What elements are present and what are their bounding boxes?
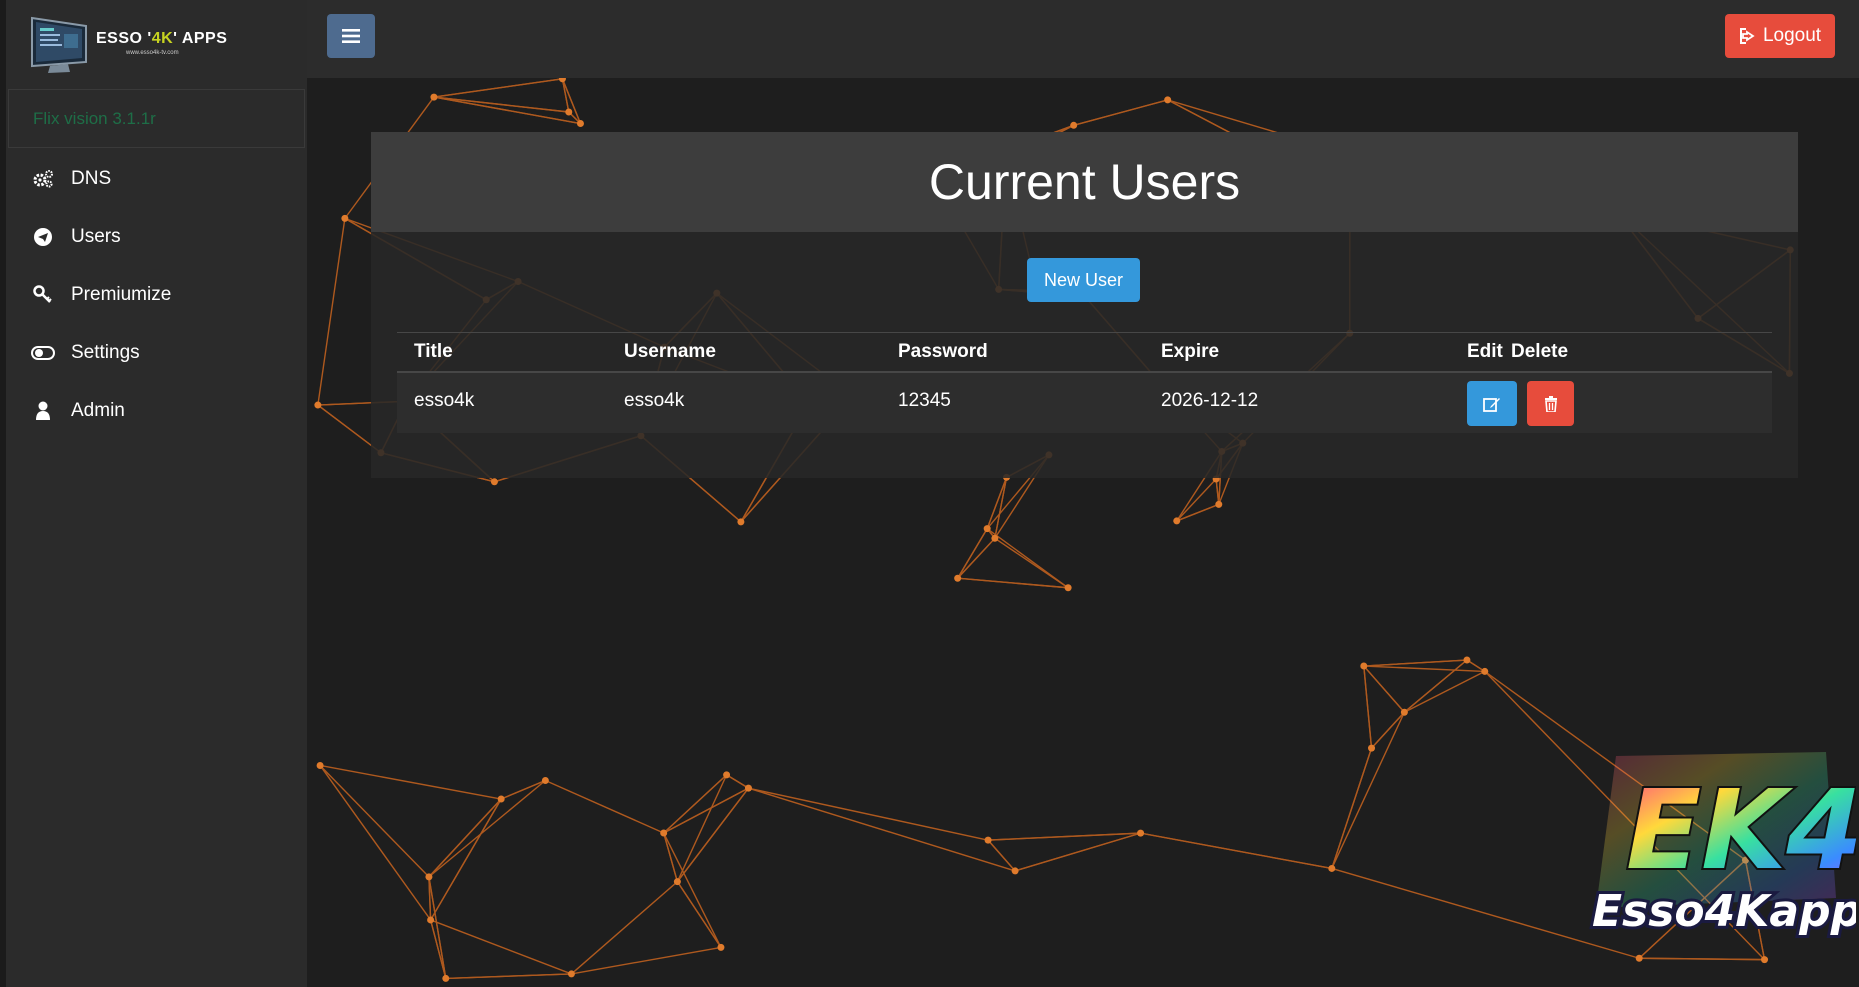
- user-icon: [31, 400, 55, 422]
- sidebar-item-admin[interactable]: Admin: [0, 382, 307, 440]
- sidebar-nav: DNS Users Premiumize Settings Admin: [0, 150, 307, 440]
- sidebar-item-label: DNS: [71, 168, 112, 189]
- telegram-icon: [31, 226, 55, 248]
- badge-text-bottom: Esso4Kapps: [1592, 886, 1856, 937]
- version-label: Flix vision 3.1.1r: [33, 109, 156, 128]
- version-label-box: Flix vision 3.1.1r: [8, 89, 305, 148]
- sidebar-item-settings[interactable]: Settings: [0, 324, 307, 382]
- sidebar-item-users[interactable]: Users: [0, 208, 307, 266]
- sidebar-item-premiumize[interactable]: Premiumize: [0, 266, 307, 324]
- sidebar-item-dns[interactable]: DNS: [0, 150, 307, 208]
- column-header-title: Title: [414, 341, 453, 362]
- column-header-expire: Expire: [1161, 341, 1220, 362]
- sidebar: ESSO '4K' APPS www.esso4k-tv.com Flix vi…: [0, 0, 307, 987]
- sign-out-icon: [1739, 28, 1755, 44]
- sidebar-item-label: Users: [71, 226, 121, 247]
- cell-expire: 2026-12-12: [1161, 390, 1259, 411]
- trash-icon: [1544, 395, 1557, 412]
- cell-title: esso4k: [414, 390, 475, 411]
- bars-icon: [342, 29, 360, 43]
- table-row: esso4k esso4k 12345 2026-12-12: [397, 373, 1772, 433]
- panel-header: Current Users: [371, 132, 1798, 232]
- cell-password: 12345: [898, 390, 951, 411]
- page-title: Current Users: [928, 154, 1241, 210]
- logout-label: Logout: [1762, 25, 1822, 46]
- brand-title: ESSO '4K' APPS: [96, 29, 228, 47]
- menu-toggle-button[interactable]: [327, 14, 375, 58]
- new-user-button[interactable]: New User: [1027, 258, 1140, 302]
- sidebar-item-label: Premiumize: [71, 284, 172, 305]
- sidebar-edge: [0, 0, 6, 987]
- sidebar-item-label: Admin: [71, 400, 125, 421]
- toggle-icon: [31, 342, 55, 364]
- sidebar-item-label: Settings: [71, 342, 140, 363]
- column-header-delete: Delete: [1511, 341, 1569, 362]
- column-header-password: Password: [898, 341, 988, 362]
- badge-text-top: EK4: [1626, 766, 1856, 894]
- esso4kapps-badge-logo: EK4 Esso4Kapps: [1589, 752, 1856, 940]
- top-bar: [307, 0, 1859, 78]
- users-table: Title Username Password Expire Edit Dele…: [397, 332, 1772, 433]
- column-header-edit: Edit: [1467, 341, 1503, 362]
- cell-username: esso4k: [624, 390, 685, 411]
- key-icon: [31, 284, 55, 306]
- brand-url: www.esso4k-tv.com: [126, 49, 179, 56]
- monitor-icon: [30, 16, 90, 73]
- table-header: Title Username Password Expire Edit Dele…: [397, 332, 1772, 373]
- gears-icon: [31, 168, 55, 190]
- logout-button[interactable]: Logout: [1725, 14, 1835, 58]
- delete-user-button[interactable]: [1527, 381, 1574, 426]
- edit-user-button[interactable]: [1467, 381, 1517, 426]
- column-header-username: Username: [624, 341, 716, 362]
- edit-icon: [1483, 397, 1500, 412]
- brand-logo[interactable]: ESSO '4K' APPS www.esso4k-tv.com: [30, 12, 227, 74]
